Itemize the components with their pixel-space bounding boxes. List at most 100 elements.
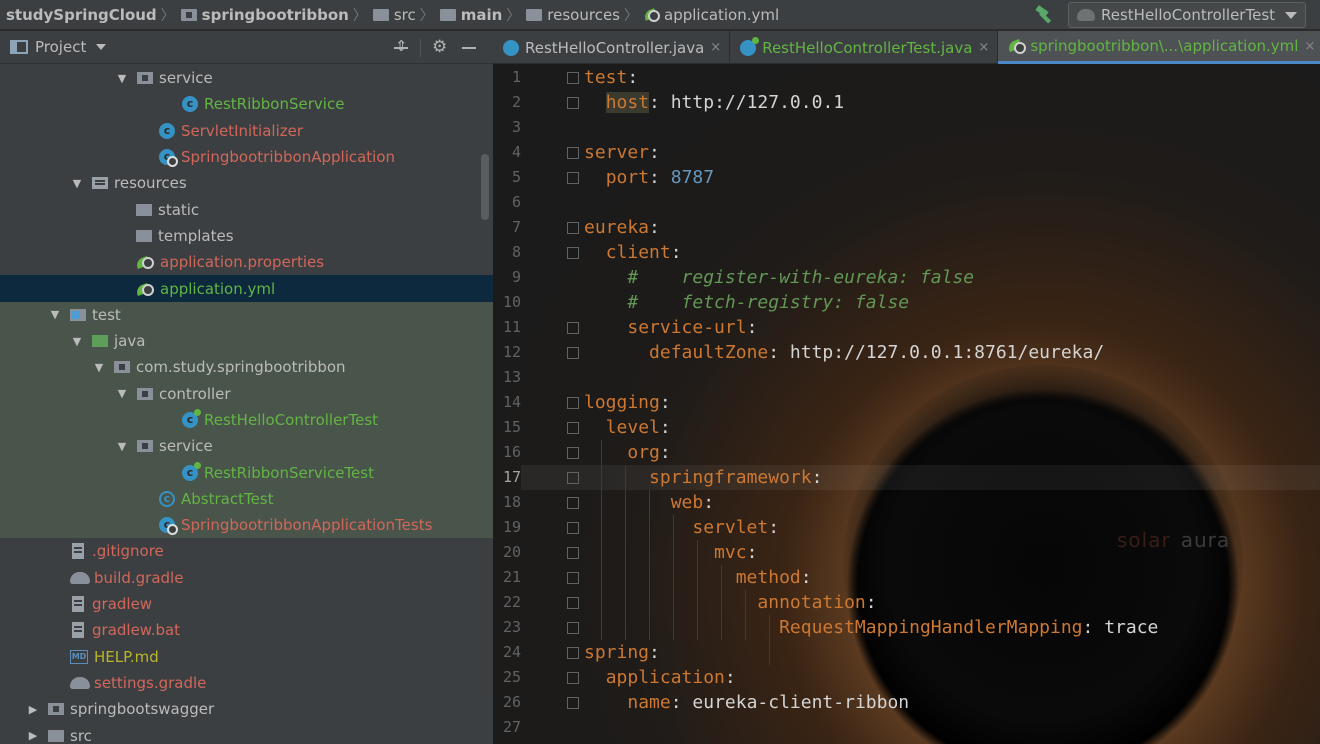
breadcrumb-label: springbootribbon (201, 5, 349, 24)
fold-marker-icon[interactable] (567, 422, 579, 434)
fold-marker-icon[interactable] (567, 647, 579, 659)
expand-arrow-icon[interactable]: ▼ (115, 440, 129, 453)
fold-marker-icon[interactable] (567, 472, 579, 484)
project-tree: ▼ service RestRibbonService ServletInitiali… (0, 65, 493, 744)
yaml-key: client (605, 242, 671, 263)
close-icon[interactable]: × (1304, 39, 1315, 54)
yaml-key: org (627, 442, 660, 463)
fold-marker-icon[interactable] (567, 597, 579, 609)
tree-item[interactable]: application.yml (0, 275, 493, 302)
fold-marker-icon[interactable] (567, 547, 579, 559)
code-text: : (746, 317, 758, 338)
breadcrumb: studySpringCloud 〉 springbootribbon 〉 src 〉 ma… (0, 0, 779, 30)
toolbar: RestHelloControllerTest (1034, 2, 1306, 28)
expand-arrow-icon[interactable]: ▼ (70, 177, 84, 190)
gear-icon[interactable]: ⚙ (432, 37, 447, 57)
tree-item[interactable]: RestRibbonServiceTest (0, 459, 493, 486)
fold-marker-icon[interactable] (567, 172, 579, 184)
close-icon[interactable]: × (978, 40, 989, 55)
expand-arrow-icon[interactable]: ▼ (115, 387, 129, 400)
run-configuration-select[interactable]: RestHelloControllerTest (1068, 2, 1306, 28)
code-text: : (649, 167, 671, 188)
tree-item[interactable]: gradlew.bat (0, 617, 493, 643)
tree-item-label: ServletInitializer (181, 121, 304, 140)
code-line: springframework: (584, 465, 822, 490)
tree-item[interactable]: static (0, 196, 493, 222)
tree-item[interactable]: ▶ src (0, 722, 493, 744)
close-icon[interactable]: × (710, 40, 721, 55)
tree-item[interactable]: AbstractTest (0, 485, 493, 513)
line-number: 24 (502, 643, 521, 661)
breadcrumb-item[interactable]: application.yml (644, 0, 779, 30)
hide-panel-icon[interactable] (462, 47, 476, 49)
chevron-down-icon (1285, 11, 1297, 19)
fold-marker-icon[interactable] (567, 322, 579, 334)
project-tree-scrollbar[interactable] (481, 154, 489, 220)
breadcrumb-item[interactable]: main (439, 0, 502, 30)
tree-item[interactable]: RestHelloControllerTest (0, 406, 493, 434)
expand-arrow-icon[interactable]: ▼ (115, 72, 129, 85)
tree-item[interactable]: ▼ resources (0, 170, 493, 196)
code-text: : (800, 567, 812, 588)
build-hammer-icon[interactable] (1034, 6, 1054, 24)
tree-item[interactable]: SpringbootribbonApplication (0, 144, 493, 170)
tree-item[interactable]: gradlew (0, 591, 493, 617)
fold-marker-icon[interactable] (567, 497, 579, 509)
tree-item[interactable]: ▼ test (0, 301, 493, 328)
tree-item[interactable]: ▼ controller (0, 380, 493, 407)
line-number: 8 (511, 243, 521, 261)
fold-marker-icon[interactable] (567, 672, 579, 684)
code-area[interactable]: 1 2 3 4 5 6 7 8 9 10 11 12 13 14 15 16 17 18 19 20 21 22 23 24 2… (493, 65, 1320, 744)
fold-marker-icon[interactable] (567, 97, 579, 109)
fold-marker-icon[interactable] (567, 147, 579, 159)
tree-item[interactable]: ▼ com.study.springbootribbon (0, 354, 493, 381)
fold-marker-icon[interactable] (567, 247, 579, 259)
tree-item[interactable]: HELP.md (0, 644, 493, 670)
tree-item[interactable]: templates (0, 223, 493, 249)
fold-marker-icon[interactable] (567, 697, 579, 709)
fold-marker-icon[interactable] (567, 522, 579, 534)
background-eclipse-image (843, 365, 1243, 744)
tree-item[interactable]: application.properties (0, 249, 493, 275)
tree-item-label: HELP.md (94, 647, 159, 666)
code-line: logging: (584, 390, 671, 415)
editor-tab[interactable]: RestHelloController.java × (493, 31, 731, 64)
breadcrumb-item[interactable]: resources (526, 0, 620, 30)
breadcrumb-item[interactable]: springbootribbon (180, 0, 349, 30)
breadcrumb-label: src (393, 5, 416, 24)
breadcrumb-item[interactable]: src (372, 0, 416, 30)
tree-item[interactable]: ▼ service (0, 65, 493, 91)
editor-tab-label: springbootribbon\...\application.yml (1030, 37, 1299, 55)
breadcrumb-item[interactable]: studySpringCloud (6, 0, 157, 30)
editor-tab-label: RestHelloControllerTest.java (762, 38, 973, 57)
fold-marker-icon[interactable] (567, 222, 579, 234)
collapse-all-icon[interactable] (393, 37, 409, 56)
collapse-arrow-icon[interactable]: ▶ (26, 703, 40, 716)
tree-item[interactable]: build.gradle (0, 565, 493, 591)
editor-tab[interactable]: RestHelloControllerTest.java × (730, 31, 999, 64)
tree-item[interactable]: ServletInitializer (0, 118, 493, 144)
fold-marker-icon[interactable] (567, 397, 579, 409)
code-text: : (659, 392, 671, 413)
tree-item[interactable]: RestRibbonService (0, 91, 493, 117)
tree-item[interactable]: .gitignore (0, 538, 493, 564)
editor-tab[interactable]: springbootribbon\...\application.yml × (998, 31, 1320, 64)
tree-item[interactable]: settings.gradle (0, 670, 493, 696)
tree-item[interactable]: SpringbootribbonApplicationTests (0, 512, 493, 539)
expand-arrow-icon[interactable]: ▼ (48, 308, 62, 321)
expand-arrow-icon[interactable]: ▼ (70, 335, 84, 348)
fold-marker-icon[interactable] (567, 347, 579, 359)
fold-marker-icon[interactable] (567, 572, 579, 584)
project-view-selector[interactable]: Project (35, 38, 86, 56)
tree-item[interactable]: ▼ service (0, 433, 493, 460)
fold-marker-icon[interactable] (567, 72, 579, 84)
tree-item[interactable]: ▼ java (0, 327, 493, 355)
tree-item[interactable]: ▶ springbootswagger (0, 696, 493, 722)
chevron-down-icon[interactable] (96, 44, 107, 50)
fold-marker-icon[interactable] (567, 447, 579, 459)
collapse-arrow-icon[interactable]: ▶ (26, 729, 40, 742)
tree-item-label: AbstractTest (181, 489, 274, 508)
fold-marker-icon[interactable] (567, 622, 579, 634)
expand-arrow-icon[interactable]: ▼ (92, 361, 106, 374)
